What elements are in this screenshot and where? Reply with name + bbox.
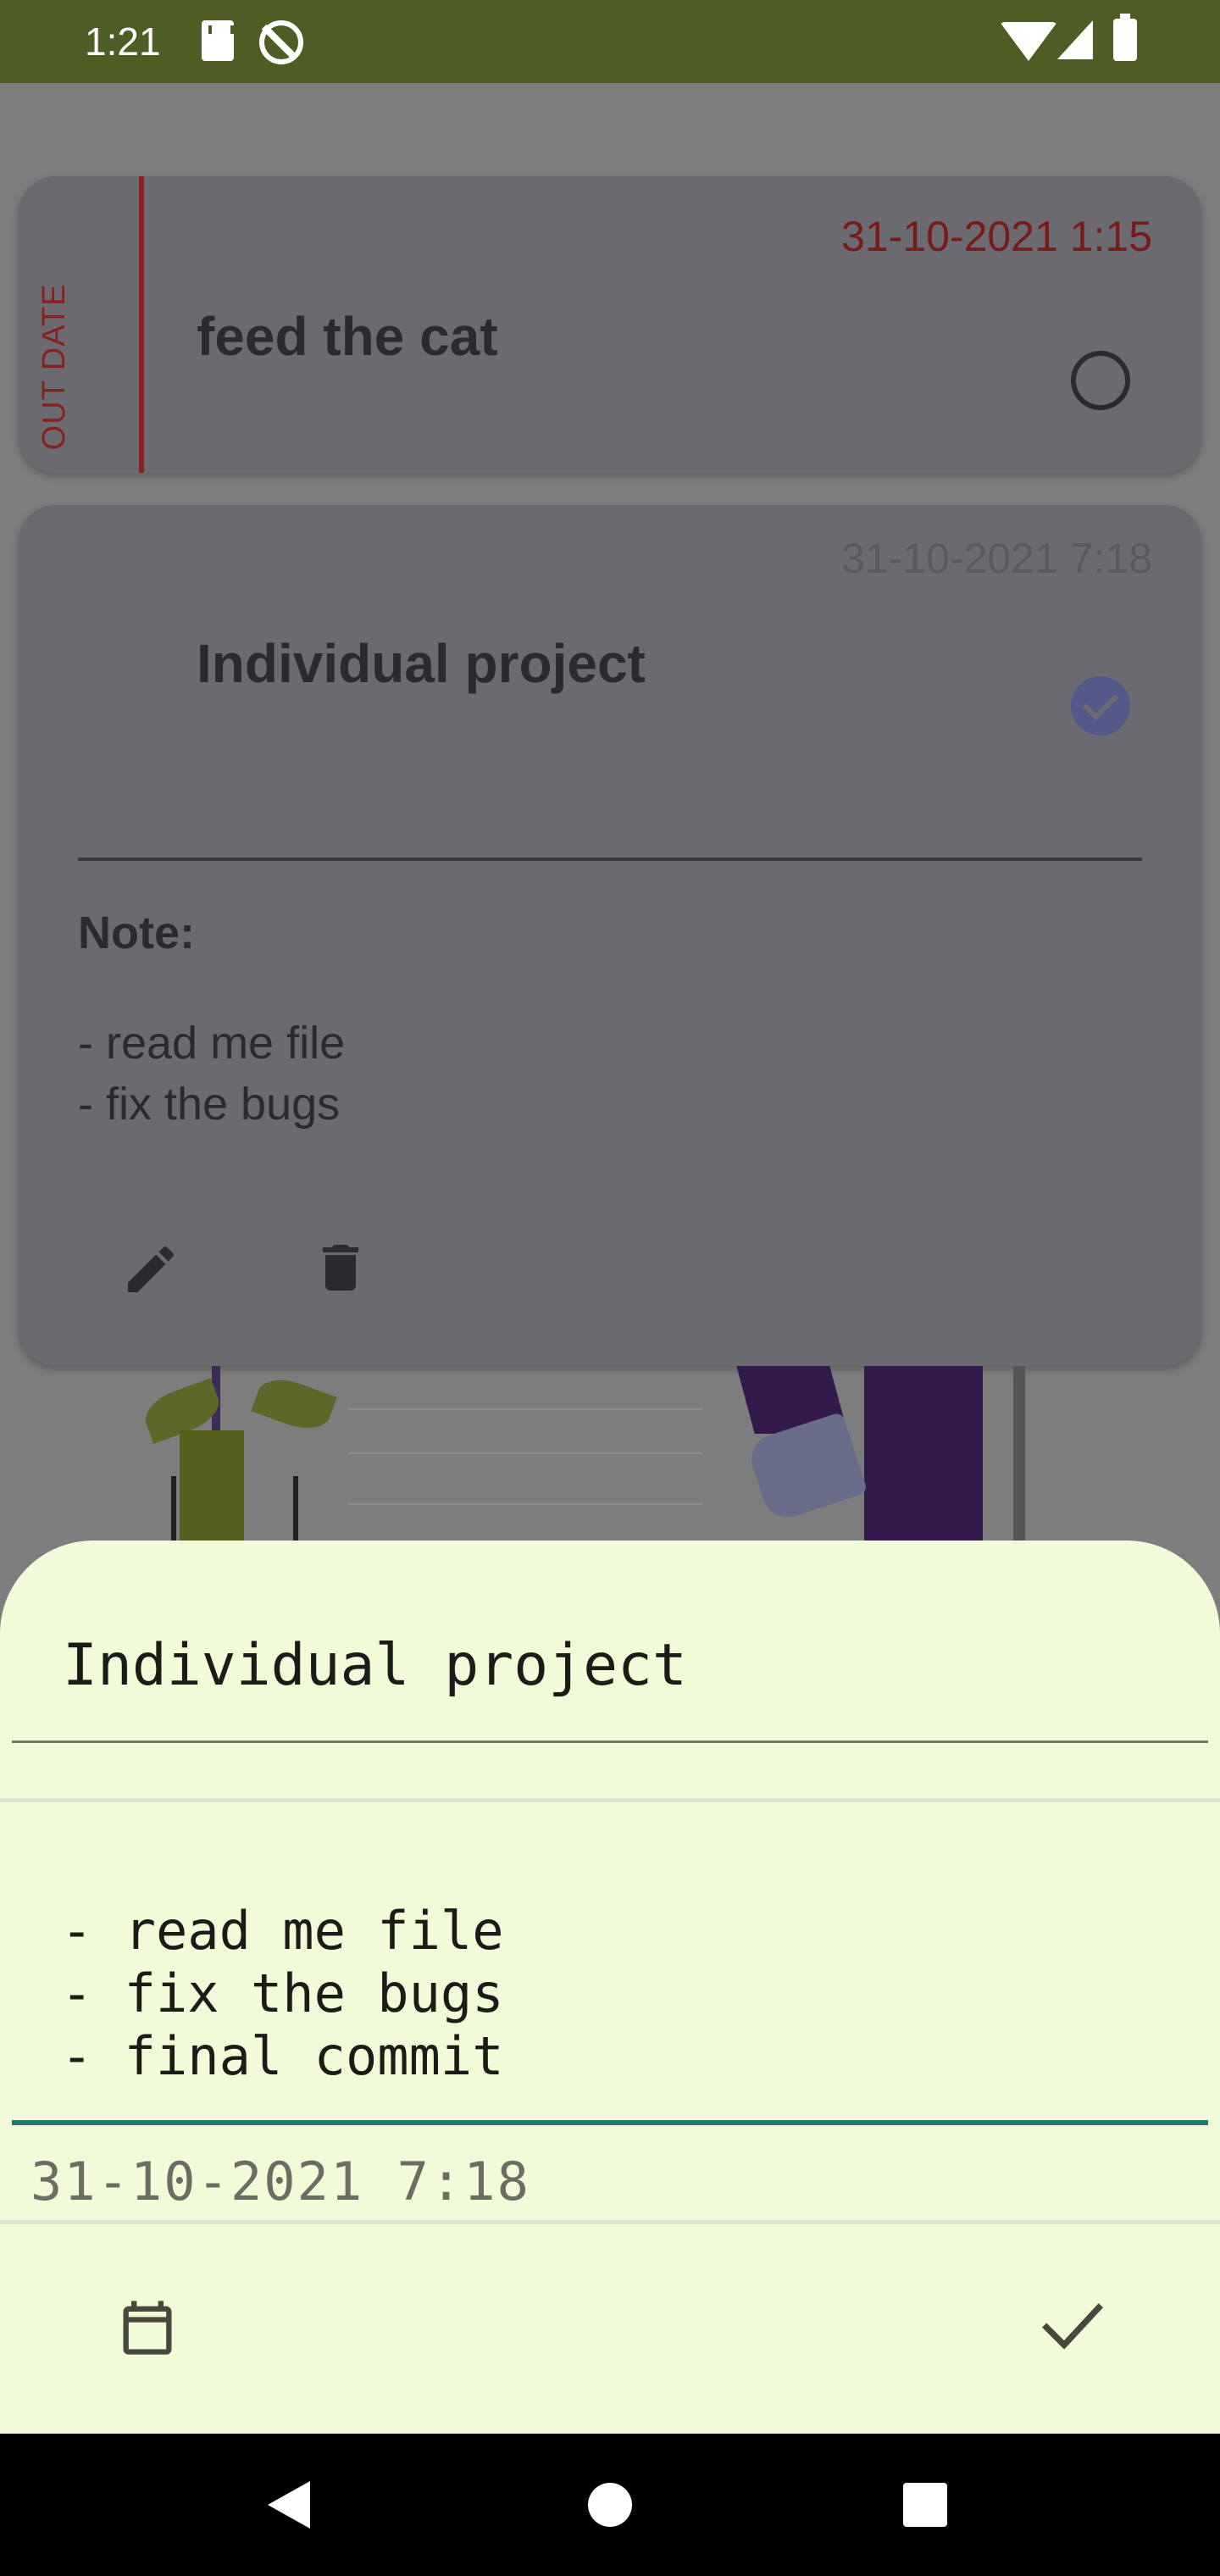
background-illustration xyxy=(0,1366,1220,1544)
note-label: Note: xyxy=(78,908,195,958)
out-date-label: OUT DATE xyxy=(36,283,72,451)
task-date-field[interactable]: 31-10-2021 7:18 xyxy=(30,2151,530,2212)
task-date: 31-10-2021 1:15 xyxy=(841,213,1152,260)
signal-icon xyxy=(1057,20,1093,59)
check-icon[interactable] xyxy=(1039,2300,1106,2351)
navigation-bar xyxy=(0,2434,1220,2576)
recents-icon[interactable] xyxy=(903,2483,947,2527)
back-icon[interactable] xyxy=(268,2481,310,2529)
card-divider xyxy=(78,858,1142,861)
edit-icon[interactable] xyxy=(120,1239,181,1300)
home-icon[interactable] xyxy=(588,2483,632,2527)
task-card-expanded[interactable]: 31-10-2021 7:18 Individual project Note:… xyxy=(19,505,1201,1366)
task-complete-radio[interactable] xyxy=(1071,351,1130,410)
out-date-indicator xyxy=(139,176,144,473)
task-title-input[interactable]: Individual project xyxy=(63,1632,687,1699)
task-note-input[interactable]: - read me file - fix the bugs - final co… xyxy=(61,1900,504,2088)
edit-task-sheet: Individual project - read me file - fix … xyxy=(0,1541,1220,2434)
divider xyxy=(0,1798,1220,1802)
delete-icon[interactable] xyxy=(310,1237,371,1298)
sd-card-icon xyxy=(202,20,234,61)
battery-icon xyxy=(1113,14,1137,61)
task-complete-radio-checked[interactable] xyxy=(1071,676,1130,736)
note-line: - fix the bugs xyxy=(78,1079,341,1130)
task-title: feed the cat xyxy=(197,306,498,367)
task-title: Individual project xyxy=(197,633,646,694)
sync-off-icon xyxy=(259,20,303,64)
task-card[interactable]: OUT DATE 31-10-2021 1:15 feed the cat xyxy=(19,176,1201,473)
note-line: - read me file xyxy=(78,1018,346,1069)
calendar-icon[interactable] xyxy=(115,2295,180,2361)
title-input-underline xyxy=(12,1740,1208,1743)
task-date: 31-10-2021 7:18 xyxy=(841,535,1152,582)
note-input-underline xyxy=(12,2120,1208,2125)
status-bar: 1:21 xyxy=(0,0,1220,83)
status-time: 1:21 xyxy=(85,19,161,64)
wifi-icon xyxy=(1000,22,1057,61)
divider xyxy=(0,2220,1220,2224)
